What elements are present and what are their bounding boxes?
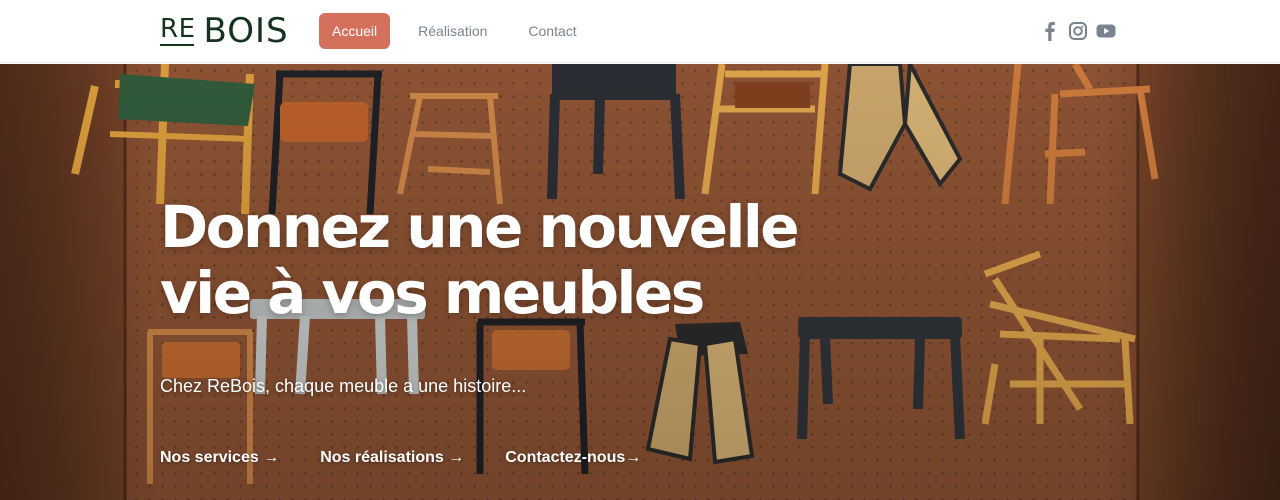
hero-title: Donnez une nouvelle vie à vos meubles xyxy=(160,193,800,327)
hero-links: Nos services → Nos réalisations → Contac… xyxy=(160,449,682,467)
nav-item-contact[interactable]: Contact xyxy=(515,13,589,49)
instagram-icon[interactable] xyxy=(1068,20,1088,42)
logo-re-text: RE xyxy=(160,14,196,46)
hero-section: Donnez une nouvelle vie à vos meubles Ch… xyxy=(0,64,1280,500)
youtube-icon[interactable] xyxy=(1096,20,1116,42)
main-nav: Accueil Réalisation Contact xyxy=(319,13,605,49)
nav-item-accueil[interactable]: Accueil xyxy=(319,13,391,49)
facebook-icon[interactable] xyxy=(1040,20,1060,42)
nav-item-realisation[interactable]: Réalisation xyxy=(405,13,500,49)
site-header: RE BOIS Accueil Réalisation Contact xyxy=(0,0,1280,63)
nos-realisations-link[interactable]: Nos réalisations → xyxy=(320,449,464,467)
social-links xyxy=(1040,20,1124,42)
nos-services-link[interactable]: Nos services → xyxy=(160,449,279,467)
contactez-nous-link[interactable]: Contactez-nous→ xyxy=(505,449,641,467)
rebois-logo[interactable]: RE BOIS xyxy=(160,14,289,48)
logo-bois-text: BOIS xyxy=(203,11,289,51)
hero-subtitle: Chez ReBois, chaque meuble a une histoir… xyxy=(160,376,527,396)
